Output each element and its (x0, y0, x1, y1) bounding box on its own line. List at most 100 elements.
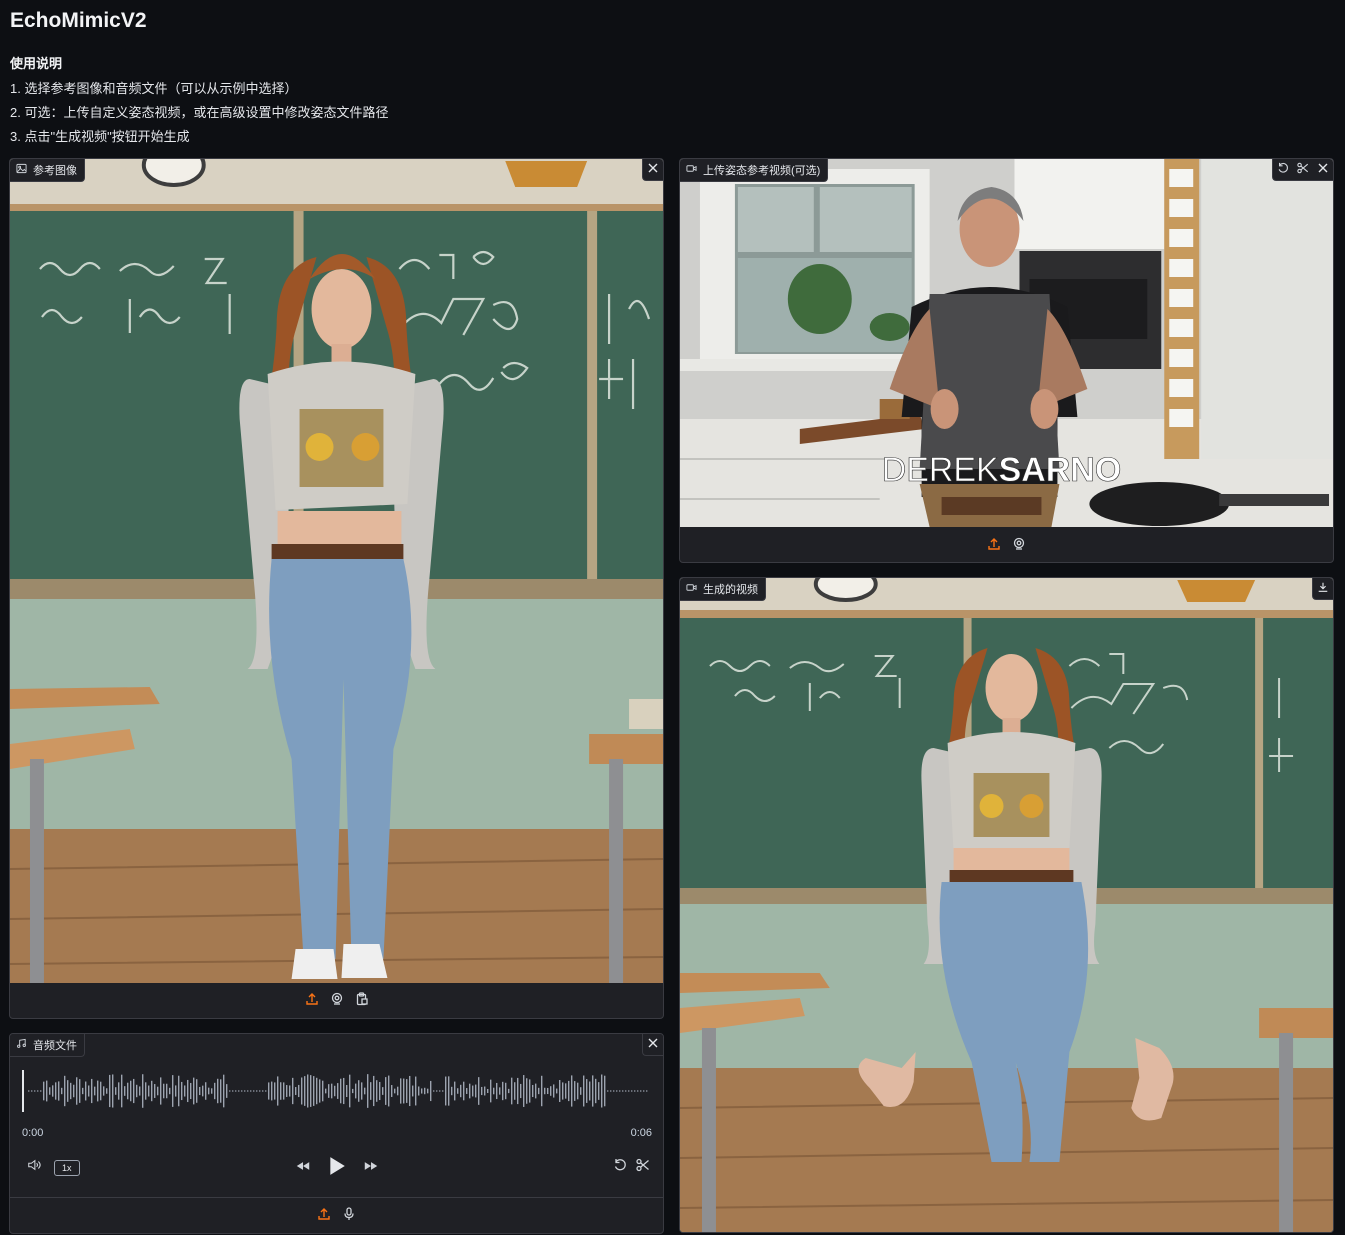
rewind-button[interactable] (292, 1160, 314, 1177)
waveform-bar (235, 1090, 237, 1092)
volume-button[interactable] (24, 1159, 44, 1176)
waveform-bar (160, 1077, 162, 1105)
clear-image-button[interactable] (643, 159, 663, 180)
reference-image (10, 159, 663, 983)
waveform-bar (265, 1090, 267, 1092)
trim-audio-button[interactable] (634, 1158, 651, 1177)
waveform-bar (604, 1075, 606, 1107)
waveform-bar (184, 1085, 186, 1097)
waveform-bar (505, 1082, 507, 1100)
waveform-bar (196, 1079, 198, 1103)
waveform-bar (238, 1090, 240, 1092)
upload-button[interactable] (303, 992, 320, 1010)
scissors-icon (635, 1158, 650, 1177)
waveform-bar (487, 1088, 489, 1094)
clear-video-button[interactable] (1313, 159, 1333, 180)
waveform-bar (412, 1085, 414, 1097)
reference-image-actions (642, 159, 663, 181)
waveform-bar (301, 1077, 303, 1105)
record-microphone-button[interactable] (341, 1206, 358, 1225)
waveform-bar (103, 1086, 105, 1096)
clear-audio-button[interactable] (643, 1034, 663, 1055)
waveform-bar (262, 1090, 264, 1092)
output-video-player[interactable] (680, 578, 1333, 1232)
waveform-bar (424, 1087, 426, 1095)
fast-forward-icon (364, 1159, 378, 1178)
reset-audio-button[interactable] (611, 1159, 628, 1176)
waveform-bar (397, 1086, 399, 1096)
waveform-bar (385, 1077, 387, 1105)
waveform-bar (85, 1081, 87, 1101)
waveform-bar (172, 1075, 174, 1107)
pose-video-player[interactable]: DEREKSARNO (680, 159, 1333, 527)
upload-audio-button[interactable] (316, 1207, 333, 1225)
instruction-step: 1. 选择参考图像和音频文件（可以从示例中选择） (10, 81, 298, 96)
waveform-bar (64, 1075, 66, 1107)
webcam-icon (330, 992, 344, 1011)
waveform-bar (460, 1084, 462, 1098)
waveform-bar (166, 1083, 168, 1099)
close-icon (1317, 161, 1329, 179)
waveform-bar (589, 1081, 591, 1101)
waveform-bar (298, 1084, 300, 1098)
waveform-bar (466, 1088, 468, 1094)
waveform-bar (439, 1090, 441, 1092)
waveform-bar (457, 1088, 459, 1094)
reference-image-label: 参考图像 (10, 159, 85, 182)
paste-clipboard-button[interactable] (353, 991, 370, 1011)
webcam-video-button[interactable] (1011, 537, 1028, 555)
waveform-bar (484, 1086, 486, 1096)
waveform-bar (268, 1082, 270, 1100)
trim-video-button[interactable] (1293, 159, 1313, 180)
playhead-cursor[interactable] (22, 1070, 24, 1112)
waveform-bar (349, 1074, 351, 1108)
audio-panel: 音频文件 0:00 0:06 1x (9, 1033, 664, 1234)
rewind-icon (296, 1159, 310, 1178)
pose-video-panel: 上传姿态参考视频(可选) DEREKSARNO (679, 158, 1334, 563)
waveform-bar (190, 1082, 192, 1100)
waveform-bar (226, 1084, 228, 1098)
waveform-bar (454, 1081, 456, 1101)
waveform-bar (31, 1090, 33, 1092)
waveform-bar (325, 1088, 327, 1094)
waveform-bar (124, 1086, 126, 1096)
waveform-bar (250, 1090, 252, 1092)
waveform-bar (304, 1076, 306, 1106)
waveform-bar (427, 1088, 429, 1094)
playback-rate-button[interactable]: 1x (54, 1160, 80, 1176)
waveform-bar (571, 1075, 573, 1107)
waveform-bar (517, 1077, 519, 1105)
waveform-bar (577, 1082, 579, 1100)
waveform-bar (181, 1081, 183, 1101)
instructions-list: 1. 选择参考图像和音频文件（可以从示例中选择） 2. 可选：上传自定义姿态视频… (10, 77, 388, 149)
waveform-bar (106, 1088, 108, 1094)
waveform-bar (502, 1081, 504, 1101)
instructions-heading: 使用说明 (10, 56, 63, 71)
waveform-bar (451, 1086, 453, 1096)
video-icon (686, 582, 697, 596)
waveform-bar (100, 1081, 102, 1101)
reset-video-button[interactable] (1273, 159, 1293, 180)
waveform-bar (256, 1090, 258, 1092)
clipboard-icon (355, 991, 369, 1011)
audio-waveform[interactable] (22, 1070, 650, 1112)
waveform-bar (379, 1081, 381, 1101)
webcam-button[interactable] (328, 992, 345, 1011)
waveform-bar (199, 1086, 201, 1096)
play-button[interactable] (326, 1156, 348, 1180)
waveform-bar (415, 1076, 417, 1106)
waveform-bar (613, 1090, 615, 1092)
waveform-bar (430, 1080, 432, 1102)
fast-forward-button[interactable] (360, 1160, 382, 1177)
waveform-bar (280, 1082, 282, 1100)
waveform-bar (58, 1081, 60, 1101)
upload-video-button[interactable] (986, 537, 1003, 556)
waveform-bar (583, 1075, 585, 1107)
download-button[interactable] (1313, 578, 1333, 599)
upload-icon (987, 537, 1001, 556)
waveform-bar (526, 1078, 528, 1104)
waveform-bar (547, 1087, 549, 1095)
waveform-bar (601, 1074, 603, 1108)
waveform-bar (616, 1090, 618, 1092)
waveform-bar (544, 1087, 546, 1095)
